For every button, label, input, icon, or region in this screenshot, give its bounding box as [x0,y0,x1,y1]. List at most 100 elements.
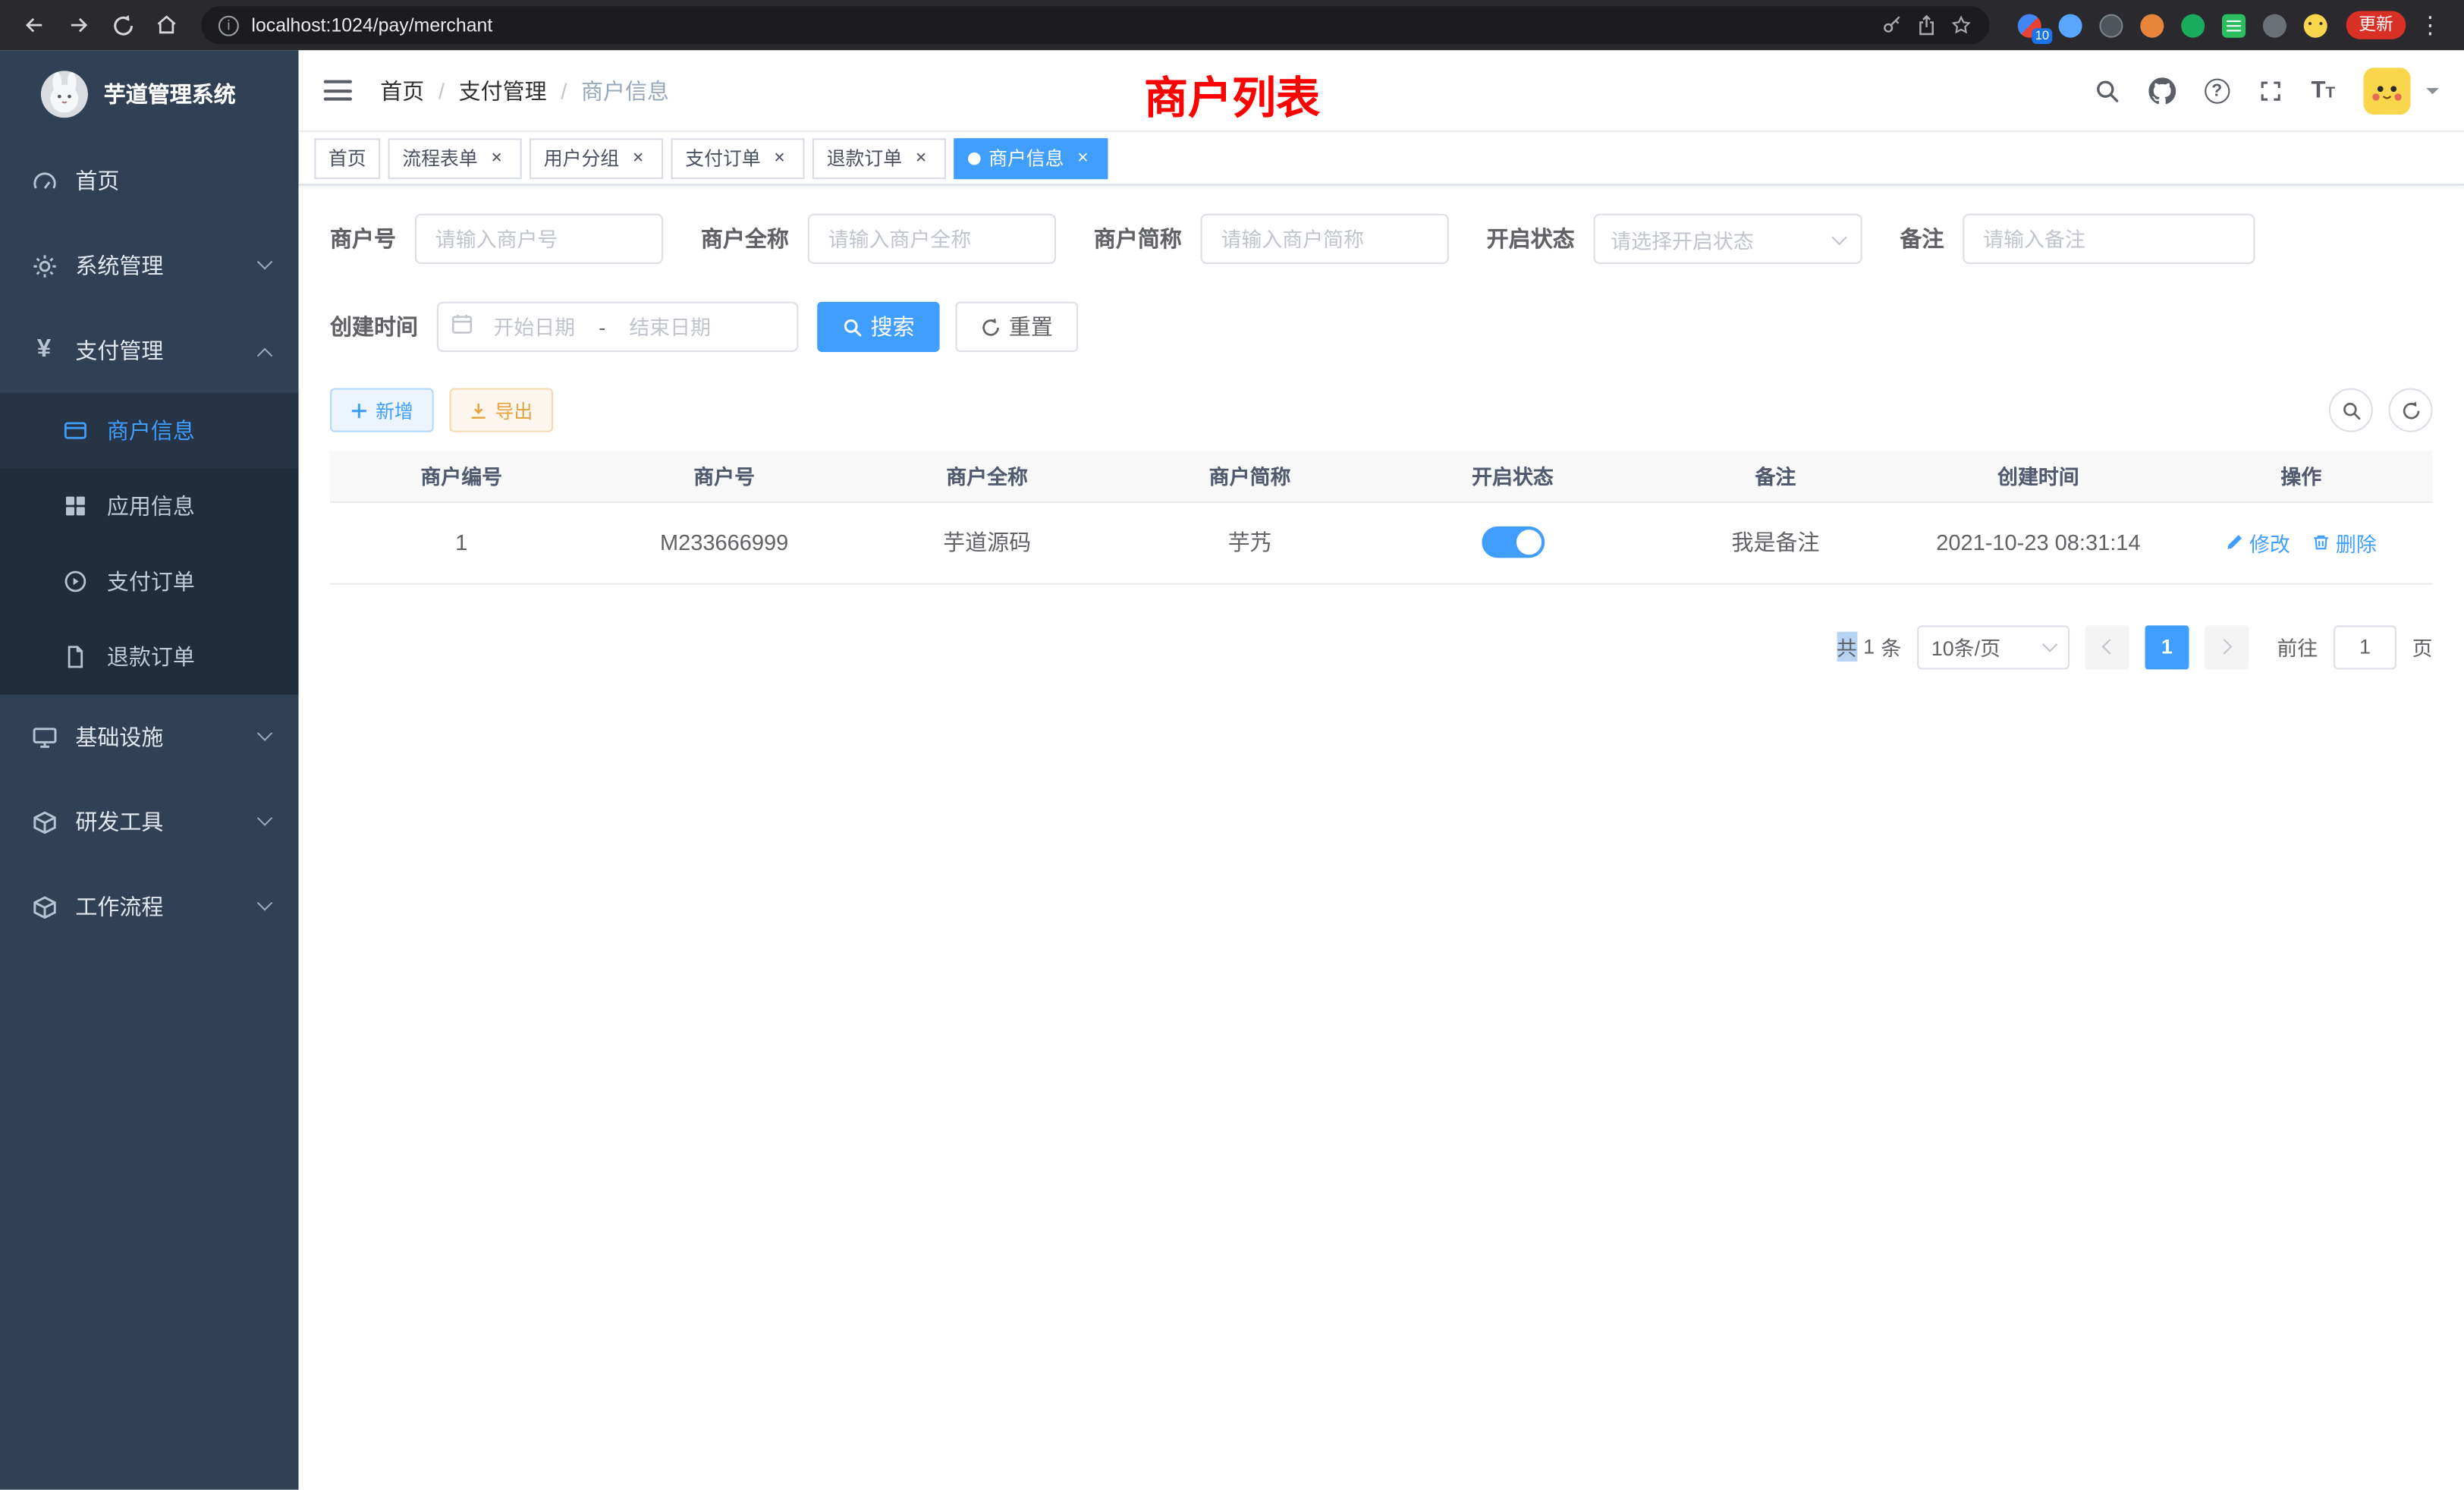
reload-icon[interactable] [104,8,142,42]
grid-icon [60,493,91,518]
back-icon[interactable] [16,8,54,42]
home-icon[interactable] [148,8,186,42]
sidebar-item-pay[interactable]: ¥ 支付管理 [0,308,299,393]
tab-user-group[interactable]: 用户分组× [530,137,663,178]
breadcrumb-home[interactable]: 首页 [380,74,424,105]
sidebar-item-system[interactable]: 系统管理 [0,223,299,308]
add-button[interactable]: 新增 [330,388,434,432]
navbar: 首页 支付管理 商户信息 商户列表 ? [299,50,2464,132]
help-icon[interactable]: ? [2205,78,2230,103]
filter-merchant-name: 商户全称 [701,214,1056,264]
bookmark-star-icon[interactable] [1950,14,1972,36]
close-icon[interactable]: × [768,147,790,169]
chevron-down-icon [2042,637,2058,652]
merchant-name-input[interactable] [808,214,1056,264]
screen: i localhost:1024/pay/merchant 10 更新 ⋮ [0,0,2464,1490]
extension-icon[interactable] [2304,14,2327,37]
extension-badge: 10 [2032,27,2053,43]
status-select[interactable]: 请选择开启状态 [1593,214,1862,264]
delete-link[interactable]: 删除 [2312,527,2377,557]
yen-icon: ¥ [28,336,59,364]
remark-input[interactable] [1963,214,2255,264]
col-header: 商户编号 [330,451,592,501]
sidebar-item-app-info[interactable]: 应用信息 [0,468,299,543]
sidebar-item-label: 基础设施 [75,721,163,753]
export-button[interactable]: 导出 [449,388,553,432]
status-toggle[interactable] [1482,527,1545,558]
edit-link[interactable]: 修改 [2226,527,2290,557]
start-date-input[interactable] [476,313,592,340]
tab-merchant-info[interactable]: 商户信息× [954,137,1108,178]
close-icon[interactable]: × [627,147,649,169]
sidebar-item-infra[interactable]: 基础设施 [0,695,299,780]
cell-status [1381,501,1644,583]
next-page-button[interactable] [2205,624,2249,668]
cell-merchant-no: M233666999 [592,501,855,583]
app-title: 芋道管理系统 [104,79,236,110]
extension-icon[interactable] [2222,14,2246,37]
sidebar-item-refund-order[interactable]: 退款订单 [0,619,299,694]
tab-home[interactable]: 首页 [314,137,380,178]
site-info-icon[interactable]: i [218,15,239,36]
extension-icon[interactable] [2263,14,2286,37]
sidebar-item-devtool[interactable]: 研发工具 [0,779,299,864]
date-range-picker[interactable]: - [437,302,798,352]
table-header-row: 商户编号 商户号 商户全称 商户简称 开启状态 备注 创建时间 操作 [330,451,2433,501]
cell-remark: 我是备注 [1644,501,1906,583]
tags-view: 首页 流程表单× 用户分组× 支付订单× 退款订单× 商户信息× [299,132,2464,185]
page-size-select[interactable]: 10条/页 [1917,624,2070,668]
browser-menu-icon[interactable]: ⋮ [2412,11,2449,39]
font-size-icon[interactable]: TT [2311,79,2335,102]
trash-icon [2312,533,2331,552]
sidebar-item-pay-order[interactable]: 支付订单 [0,544,299,619]
sidebar-item-workflow[interactable]: 工作流程 [0,864,299,949]
extension-icon[interactable]: 10 [2018,14,2041,37]
breadcrumb-pay[interactable]: 支付管理 [459,74,547,105]
sidebar-item-label: 支付订单 [107,566,195,597]
url-bar[interactable]: i localhost:1024/pay/merchant [201,6,1989,44]
merchant-short-name-input[interactable] [1201,214,1449,264]
password-key-icon[interactable] [1881,14,1903,36]
goto-page-input[interactable] [2334,624,2396,668]
refresh-icon[interactable] [2389,388,2433,432]
extension-icon[interactable] [2140,14,2164,37]
avatar-caret-icon[interactable] [2426,87,2439,100]
close-icon[interactable]: × [910,147,932,169]
prev-page-button[interactable] [2085,624,2129,668]
chevron-down-icon [257,894,273,910]
sidebar-item-merchant-info[interactable]: 商户信息 [0,393,299,468]
forward-icon[interactable] [60,8,98,42]
page-unit: 页 [2412,632,2433,662]
sidebar-item-label: 商户信息 [107,415,195,446]
extension-icon[interactable] [2099,14,2123,37]
search-icon[interactable] [2095,78,2120,103]
sidebar-menu: 首页 系统管理 ¥ 支付管理 [0,138,299,949]
hamburger-icon[interactable] [324,80,352,101]
toggle-search-icon[interactable] [2329,388,2373,432]
tab-pay-order[interactable]: 支付订单× [671,137,805,178]
user-avatar[interactable] [2363,67,2410,114]
extension-icon[interactable] [2181,14,2205,37]
page-button-1[interactable]: 1 [2145,624,2189,668]
github-icon[interactable] [2148,76,2176,104]
reset-button[interactable]: 重置 [955,302,1078,352]
chevron-down-icon [257,809,273,825]
fullscreen-icon[interactable] [2258,78,2283,103]
extension-icon[interactable] [2059,14,2082,37]
browser-update-button[interactable]: 更新 [2346,11,2406,39]
sidebar-item-label: 系统管理 [75,250,163,281]
end-date-input[interactable] [611,313,728,340]
search-button[interactable]: 搜索 [817,302,940,352]
filter-row-2: 创建时间 - 搜索 [330,302,2433,352]
close-icon[interactable]: × [486,147,508,169]
document-icon [60,644,91,669]
merchant-no-input[interactable] [415,214,663,264]
share-icon[interactable] [1916,14,1938,36]
sidebar-item-home[interactable]: 首页 [0,138,299,223]
app-logo[interactable]: 芋道管理系统 [0,50,299,138]
tab-flow-form[interactable]: 流程表单× [388,137,522,178]
close-icon[interactable]: × [1072,147,1094,169]
page-annotation: 商户列表 [1144,64,1320,127]
tab-refund-order[interactable]: 退款订单× [812,137,946,178]
pagination: 共 1 条 10条/页 1 前往 页 [330,624,2433,668]
